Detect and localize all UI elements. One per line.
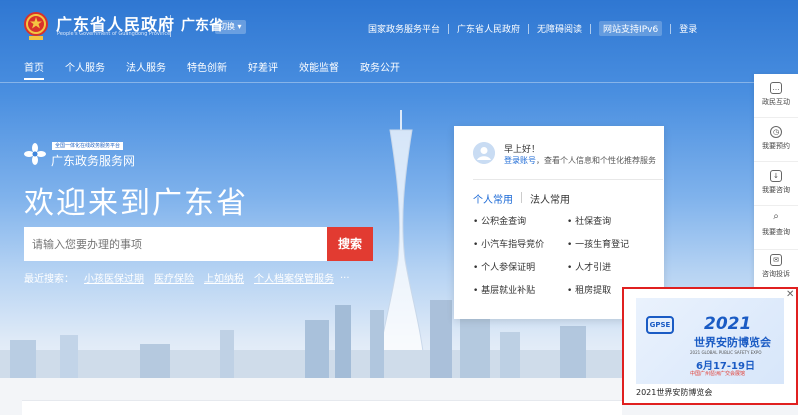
recent-search-item[interactable]: 小孩医保过期 xyxy=(84,270,144,285)
region-switch-label: 切换 xyxy=(219,22,235,31)
service-link[interactable]: 人才引进 xyxy=(567,260,657,273)
link-national-platform[interactable]: 国家政务服务平台 xyxy=(368,22,440,35)
tab-legal-common[interactable]: 法人常用 xyxy=(530,191,570,206)
recent-search-label: 最近搜索： xyxy=(24,274,74,285)
service-link[interactable]: 个人参保证明 xyxy=(473,260,567,273)
tool-label: 我要预约 xyxy=(762,142,790,150)
login-hint-text: ，查看个人信息和个性化推荐服务 xyxy=(536,156,656,165)
tool-query[interactable]: ⌕ 我要查询 xyxy=(754,212,798,250)
expo-ad[interactable]: ✕ GPSE 2021 世界安防博览会 2021 GLOBAL PUBLIC S… xyxy=(622,287,798,405)
close-icon[interactable]: ✕ xyxy=(786,290,794,300)
ad-venue: 中国广州琶洲广交会展馆 xyxy=(690,371,746,377)
service-subtitle: 全国一体化在线政务服务平台 xyxy=(52,142,124,150)
recent-search-item[interactable]: 上如纳税 xyxy=(204,270,244,285)
national-emblem-icon[interactable] xyxy=(23,11,49,41)
usage-tabs: 个人常用 法人常用 xyxy=(473,191,570,206)
main-nav: 首页 个人服务 法人服务 特色创新 好差评 效能监督 政务公开 xyxy=(24,59,421,80)
card-divider xyxy=(473,179,663,180)
top-links: 国家政务服务平台 广东省人民政府 无障碍阅读 网站支持IPv6 登录 xyxy=(368,21,697,36)
link-divider xyxy=(528,23,530,34)
tab-divider xyxy=(521,192,522,203)
nav-item-gov-affairs[interactable]: 政务公开 xyxy=(360,59,400,74)
chevron-down-icon: ▾ xyxy=(237,22,242,31)
ipv6-badge: 网站支持IPv6 xyxy=(599,21,663,36)
nav-item-innovation[interactable]: 特色创新 xyxy=(187,59,227,74)
link-divider xyxy=(670,23,672,34)
link-divider xyxy=(590,23,592,34)
tool-label: 我要查询 xyxy=(762,228,790,236)
nav-divider xyxy=(0,82,798,83)
greeting-text: 早上好！ xyxy=(504,145,541,155)
clock-icon: ◷ xyxy=(770,126,782,138)
tool-label: 政民互动 xyxy=(762,98,790,106)
service-name: 广东政务服务网 xyxy=(51,154,136,168)
ad-year: 2021 xyxy=(704,314,752,334)
service-link[interactable]: 公积金查询 xyxy=(473,214,567,227)
tool-label: 我要咨询 xyxy=(762,186,790,194)
recent-search-item[interactable]: 个人档案保管服务 xyxy=(254,270,334,285)
nav-item-rating[interactable]: 好差评 xyxy=(248,59,278,74)
service-link[interactable]: 社保查询 xyxy=(567,214,657,227)
tool-label: 咨询投诉 xyxy=(762,270,790,278)
nav-item-legal-person[interactable]: 法人服务 xyxy=(126,59,166,74)
tool-appointment[interactable]: ◷ 我要预约 xyxy=(754,126,798,162)
nav-item-supervision[interactable]: 效能监督 xyxy=(299,59,339,74)
ad-subtitle-en: 2021 GLOBAL PUBLIC SAFETY EXPO xyxy=(690,350,762,355)
gpse-logo: GPSE xyxy=(646,316,674,334)
ad-title: 世界安防博览会 xyxy=(694,336,771,349)
recent-searches: 最近搜索： 小孩医保过期 医疗保险 上如纳税 个人档案保管服务 ... xyxy=(24,270,350,285)
tool-interaction[interactable]: … 政民互动 xyxy=(754,82,798,118)
common-services-list: 公积金查询 社保查询 小汽车指导竞价 一孩生育登记 个人参保证明 人才引进 基层… xyxy=(473,214,658,296)
floating-toolbar: … 政民互动 ◷ 我要预约 ↓ 我要咨询 ⌕ 我要查询 ✉ 咨询投诉 xyxy=(754,74,798,299)
avatar-icon xyxy=(473,142,495,164)
service-link[interactable]: 一孩生育登记 xyxy=(567,237,657,250)
login-account-link[interactable]: 登录账号 xyxy=(504,156,536,165)
tab-personal-common[interactable]: 个人常用 xyxy=(473,191,513,206)
search-button[interactable]: 搜索 xyxy=(327,227,373,261)
service-link[interactable]: 基层就业补贴 xyxy=(473,283,567,296)
link-divider xyxy=(448,23,450,34)
nav-item-personal[interactable]: 个人服务 xyxy=(65,59,105,74)
recent-search-more[interactable]: ... xyxy=(340,270,350,285)
link-provincial-gov[interactable]: 广东省人民政府 xyxy=(457,22,520,35)
expo-ad-image[interactable]: GPSE 2021 世界安防博览会 2021 GLOBAL PUBLIC SAF… xyxy=(636,298,784,384)
search-icon: ⌕ xyxy=(773,211,779,222)
ad-caption[interactable]: 2021世界安防博览会 xyxy=(636,387,712,398)
tool-consult[interactable]: ↓ 我要咨询 xyxy=(754,170,798,206)
recent-search-item[interactable]: 医疗保险 xyxy=(154,270,194,285)
message-icon: ✉ xyxy=(770,254,782,266)
service-link[interactable]: 小汽车指导竞价 xyxy=(473,237,567,250)
chat-icon: … xyxy=(770,82,782,94)
nav-item-home[interactable]: 首页 xyxy=(24,59,44,80)
link-accessibility[interactable]: 无障碍阅读 xyxy=(537,22,582,35)
header-divider xyxy=(170,15,171,37)
content-strip xyxy=(22,400,622,415)
login-link[interactable]: 登录 xyxy=(679,22,697,35)
region-switch-button[interactable]: 切换 ▾ xyxy=(215,20,246,34)
service-logo-icon xyxy=(24,143,46,165)
login-hint: 登录账号，查看个人信息和个性化推荐服务 xyxy=(504,155,656,166)
download-icon: ↓ xyxy=(770,170,782,182)
search-input[interactable] xyxy=(24,227,328,261)
site-name-en: People's Government of Guangdong Provinc… xyxy=(57,31,171,37)
welcome-title: 欢迎来到广东省 xyxy=(24,186,248,221)
